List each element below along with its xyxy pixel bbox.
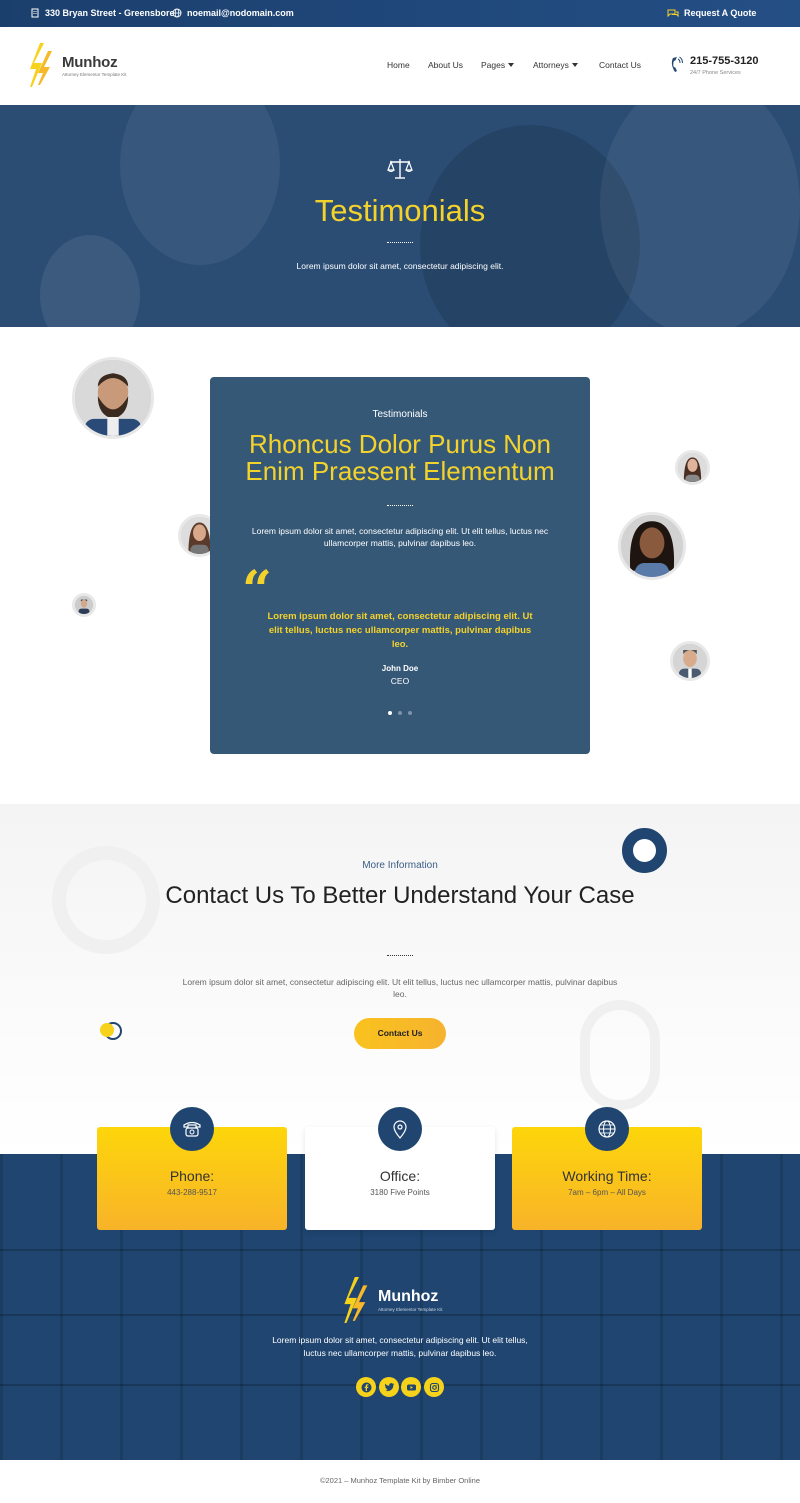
chevron-down-icon [508,63,515,67]
person-photo-icon [621,515,683,577]
twitter-icon [384,1382,394,1391]
youtube-icon [406,1384,416,1390]
testimonial-description: Lorem ipsum dolor sit amet, consectetur … [251,526,549,548]
telephone-icon [183,1121,201,1137]
nav-about-label[interactable]: About Us [428,60,463,70]
instagram-icon [429,1382,439,1392]
testimonial-quote: Lorem ipsum dolor sit amet, consectetur … [267,611,533,650]
map-pin-icon [393,1120,407,1139]
decor-ring [580,1000,660,1110]
contact-description: Lorem ipsum dolor sit amet, consectetur … [182,977,618,999]
person-photo-icon [75,360,151,436]
decor-dot [100,1023,114,1037]
carousel-dot[interactable] [408,711,412,715]
contact-title: Contact Us To Better Understand Your Cas… [165,882,635,909]
request-quote-label[interactable]: Request A Quote [684,8,756,18]
phone-label: 24/7 Phone Services [690,70,741,76]
top-bar: 330 Bryan Street - Greensbore noemail@no… [0,0,800,27]
page-hero: Testimonials Lorem ipsum dolor sit amet,… [0,105,800,327]
site-logo[interactable]: Munhoz Attorney Elementor Template Kit [30,43,126,87]
youtube-button[interactable] [401,1377,421,1397]
footer-logo-tagline: Attorney Elementor Template Kit [378,1307,443,1312]
globe-icon [172,8,182,18]
hero-description: Lorem ipsum dolor sit amet, consectetur … [296,261,504,271]
info-box-value: 7am – 6pm – All Days [568,1188,646,1197]
client-avatar [72,593,96,617]
globe-icon [598,1120,616,1138]
contact-section: More Information Contact Us To Better Un… [0,804,800,1154]
person-photo-icon [678,453,707,482]
nav-pages[interactable]: Pages [481,60,515,70]
client-avatar [675,450,710,485]
testimonial-author: John Doe [381,664,419,673]
logo-mark-icon [30,43,52,87]
client-avatar [72,357,154,439]
footer-logo-name: Munhoz [378,1288,439,1305]
info-box-value: 3180 Five Points [370,1188,430,1197]
nav-home-label[interactable]: Home [387,60,410,70]
testimonial-role: CEO [390,676,410,686]
testimonial-eyebrow: Testimonials [372,409,428,420]
info-box-value[interactable]: 443-288-9517 [97,1188,287,1197]
logo-tagline: Attorney Elementor Template Kit [62,71,127,77]
footer-description: Lorem ipsum dolor sit amet, consectetur … [272,1335,528,1358]
info-box-title: Office: [379,1168,421,1184]
facebook-button[interactable] [356,1377,376,1397]
instagram-button[interactable] [424,1377,444,1397]
carousel-dot[interactable] [398,711,402,715]
nav-home[interactable]: Home [387,60,410,70]
phone-number[interactable]: 215-755-3120 [690,55,759,67]
nav-contact-label[interactable]: Contact Us [599,60,641,70]
contact-eyebrow: More Information [362,860,438,871]
main-header: Munhoz Attorney Elementor Template Kit H… [0,27,800,105]
info-box-title: Phone: [169,1168,215,1184]
chevron-down-icon [571,63,578,67]
carousel-dot-active[interactable] [388,711,392,715]
nav-contact[interactable]: Contact Us [599,60,641,70]
email-item[interactable]: noemail@nodomain.com [172,8,294,18]
info-box-title: Working Time: [562,1168,652,1184]
hero-bg-shape [40,235,140,327]
contact-us-button[interactable]: Contact Us [354,1018,446,1049]
nav-attorneys[interactable]: Attorneys [533,60,578,70]
title-divider [387,242,413,243]
title-divider [387,505,413,506]
nav-about[interactable]: About Us [428,60,463,70]
nav-attorneys-label[interactable]: Attorneys [533,60,569,70]
chat-icon [667,9,679,18]
logo-name: Munhoz [62,53,118,71]
client-avatar [618,512,686,580]
scales-of-justice-icon [387,159,413,179]
address-text: 330 Bryan Street - Greensbore [45,8,175,18]
nav-pages-label[interactable]: Pages [481,60,505,70]
person-photo-icon [75,596,93,614]
address-item: 330 Bryan Street - Greensbore [30,8,175,18]
footer-logo[interactable]: Munhoz Attorney Elementor Template Kit [344,1277,442,1323]
person-photo-icon [673,644,707,678]
footer-bg-rail [0,1249,800,1251]
hours-circle [585,1107,629,1151]
testimonial-title: Rhoncus Dolor Purus Non Enim Praesent El… [245,429,555,486]
title-divider [387,955,413,956]
building-icon [31,8,39,18]
hero-bg-shape [120,105,280,265]
phone-ringing-icon [671,56,683,72]
copyright-text: ©2021 – Munhoz Template Kit by Bimber On… [319,1476,481,1485]
testimonial-card: Testimonials Rhoncus Dolor Purus Non Eni… [210,377,590,754]
logo-mark-icon [344,1277,368,1323]
email-link[interactable]: noemail@nodomain.com [187,8,294,18]
request-quote-link[interactable]: Request A Quote [667,8,756,18]
phone-circle [170,1107,214,1151]
facebook-icon [361,1382,371,1392]
twitter-button[interactable] [379,1377,399,1397]
client-avatar [670,641,710,681]
footer-bg-rail [0,1384,800,1386]
page-title: Testimonials [314,193,486,228]
office-circle [378,1107,422,1151]
